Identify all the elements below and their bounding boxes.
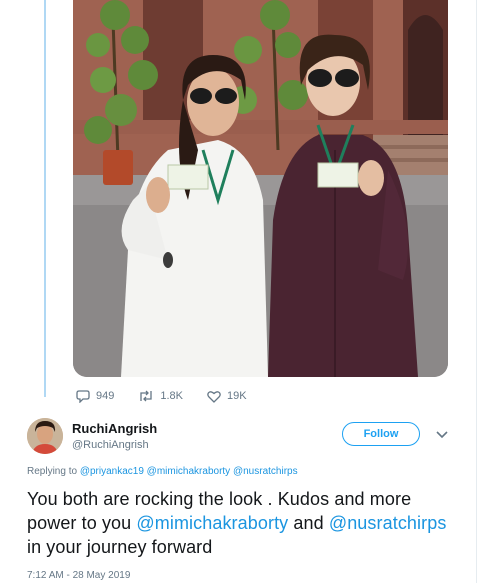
reply-display-name[interactable]: RuchiAngrish	[72, 421, 157, 436]
replying-to-mention-mimichakraborty[interactable]: @mimichakraborty	[147, 466, 231, 477]
retweet-count: 1.8K	[160, 390, 183, 402]
like-icon	[207, 390, 221, 403]
reply-text-part: and	[288, 513, 329, 533]
body-mention-nusratchirps[interactable]: @nusratchirps	[329, 513, 447, 533]
reply-action[interactable]: 949	[76, 389, 114, 403]
chevron-down-icon[interactable]	[436, 431, 448, 439]
photo-illustration	[73, 0, 448, 377]
retweet-action[interactable]: 1.8K	[138, 389, 183, 403]
timeline-border	[476, 0, 477, 583]
like-action[interactable]: 19K	[207, 390, 247, 403]
avatar[interactable]	[27, 418, 63, 454]
avatar-image	[27, 418, 63, 454]
reply-timestamp[interactable]: 7:12 AM - 28 May 2019	[27, 570, 130, 581]
follow-button[interactable]: Follow	[342, 422, 420, 446]
body-mention-mimichakraborty[interactable]: @mimichakraborty	[136, 513, 288, 533]
reply-text: You both are rocking the look . Kudos an…	[27, 487, 447, 559]
reply-text-part: in your journey forward	[27, 537, 213, 557]
replying-to-label: Replying to	[27, 466, 80, 477]
thread-connector-line	[44, 0, 46, 397]
like-count: 19K	[227, 390, 247, 402]
tweet-action-bar: 949 1.8K 19K	[76, 387, 271, 405]
reply-count: 949	[96, 390, 115, 402]
replying-to-mention-nusratchirps[interactable]: @nusratchirps	[233, 466, 298, 477]
reply-handle[interactable]: @RuchiAngrish	[72, 439, 149, 451]
replying-to-mention-priyankac19[interactable]: @priyankac19	[80, 466, 144, 477]
reply-icon	[76, 390, 90, 403]
retweet-icon	[140, 390, 153, 402]
replying-to-line: Replying to @priyankac19 @mimichakrabort…	[27, 466, 298, 477]
tweet-photo[interactable]	[73, 0, 448, 377]
